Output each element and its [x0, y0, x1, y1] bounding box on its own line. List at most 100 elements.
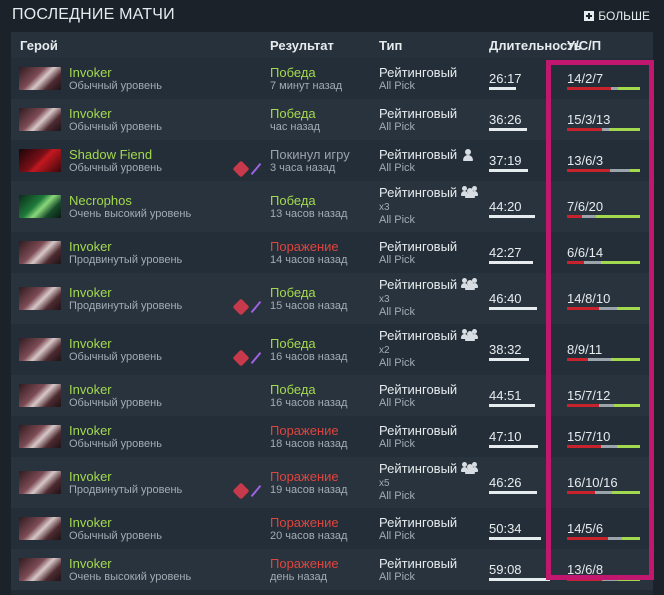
deaths-segment: [601, 445, 618, 448]
table-row[interactable]: Invoker Обычный уровень Поражение 18 часов …: [11, 416, 653, 457]
hero-name[interactable]: Invoker: [69, 469, 112, 484]
sword-icon: [250, 301, 262, 313]
kda-bar: [567, 404, 640, 407]
lobby-type: Рейтинговый: [379, 461, 458, 476]
more-button[interactable]: БОЛЬШЕ: [584, 9, 650, 23]
hero-avatar[interactable]: [19, 517, 61, 540]
hero-avatar[interactable]: [19, 558, 61, 581]
duration-bar: [489, 128, 527, 131]
match-time: 13 часов назад: [270, 208, 348, 220]
game-mode: All Pick: [379, 214, 416, 226]
assists-segment: [617, 307, 640, 310]
table-row[interactable]: Invoker Обычный уровень Поражение 20 часов …: [11, 508, 653, 549]
column-hero[interactable]: Герой: [20, 38, 58, 53]
table-row[interactable]: Invoker Обычный уровень Победа час назад Рей…: [11, 99, 653, 140]
kda-bar: [567, 87, 640, 90]
column-kda[interactable]: У/С/П: [567, 38, 601, 53]
assists-segment: [611, 358, 640, 361]
section-title: ПОСЛЕДНИЕ МАТЧИ: [12, 6, 175, 23]
lobby-type: Рейтинговый: [379, 65, 458, 80]
kda-bar: [567, 128, 640, 131]
match-result[interactable]: Поражение: [270, 556, 339, 571]
matches-table: Герой Результат Тип Длительность У/С/П I…: [11, 32, 653, 595]
match-result[interactable]: Победа: [270, 336, 316, 351]
deaths-segment: [607, 537, 623, 540]
match-time: 20 часов назад: [270, 530, 348, 542]
duration-bar: [489, 491, 537, 494]
table-row[interactable]: Necrophos Очень высокий уровень Победа 13 ч…: [11, 181, 653, 232]
table-row[interactable]: Invoker Продвинутый уровень Поражение 19 ча…: [11, 457, 653, 508]
kda-value: 8/9/11: [567, 342, 603, 357]
table-row[interactable]: Shadow Fiend Обычный уровень Покинул игру 3…: [11, 140, 653, 181]
match-duration: 38:32: [489, 342, 522, 357]
table-row[interactable]: Invoker Обычный уровень Победа 16 часов наз…: [11, 375, 653, 416]
hero-avatar[interactable]: [19, 67, 61, 90]
match-result[interactable]: Победа: [270, 285, 316, 300]
table-row[interactable]: Invoker Продвинутый уровень Поражение 14 ча…: [11, 232, 653, 273]
fist-icon: [232, 349, 250, 367]
group-party-icon: [461, 277, 479, 290]
deaths-segment: [602, 578, 619, 581]
hero-avatar[interactable]: [19, 108, 61, 131]
match-result[interactable]: Победа: [270, 65, 316, 80]
game-mode: All Pick: [379, 80, 416, 92]
match-result[interactable]: Поражение: [270, 239, 339, 254]
match-result[interactable]: Победа: [270, 106, 316, 121]
assists-segment: [614, 404, 640, 407]
hero-name[interactable]: Invoker: [69, 382, 112, 397]
match-result[interactable]: Победа: [270, 193, 316, 208]
hero-avatar[interactable]: [19, 149, 61, 172]
deaths-segment: [599, 404, 615, 407]
match-duration: 36:26: [489, 112, 522, 127]
table-row[interactable]: Invoker Продвинутый уровень Победа 15 часов…: [11, 273, 653, 324]
hero-name[interactable]: Invoker: [69, 336, 112, 351]
hero-name[interactable]: Invoker: [69, 65, 112, 80]
hero-name[interactable]: Shadow Fiend: [69, 147, 152, 162]
item-icons: [232, 349, 262, 367]
hero-name[interactable]: Invoker: [69, 515, 112, 530]
table-row[interactable]: Invoker Очень высокий уровень Поражение ден…: [11, 549, 653, 590]
column-type[interactable]: Тип: [379, 38, 402, 53]
kda-value: 13/6/3: [567, 153, 604, 168]
match-result[interactable]: Поражение: [270, 469, 339, 484]
match-result[interactable]: Покинул игру: [270, 147, 350, 162]
more-label: БОЛЬШЕ: [598, 9, 650, 23]
hero-avatar[interactable]: [19, 195, 61, 218]
match-time: 7 минут назад: [270, 80, 343, 92]
hero-name[interactable]: Invoker: [69, 285, 112, 300]
item-icons: [232, 160, 262, 178]
kda-value: 14/2/7: [567, 71, 604, 86]
hero-avatar[interactable]: [19, 425, 61, 448]
hero-avatar[interactable]: [19, 384, 61, 407]
deaths-segment: [594, 491, 613, 494]
game-mode: All Pick: [379, 254, 416, 266]
fist-icon: [232, 160, 250, 178]
hero-avatar[interactable]: [19, 287, 61, 310]
hero-name[interactable]: Invoker: [69, 423, 112, 438]
column-result[interactable]: Результат: [270, 38, 334, 53]
group-party-icon: [461, 185, 479, 198]
table-row[interactable]: Invoker Обычный уровень Победа 16 часов наз…: [11, 324, 653, 375]
hero-name[interactable]: Invoker: [69, 556, 112, 571]
kda-bar: [567, 491, 640, 494]
match-result[interactable]: Победа: [270, 382, 316, 397]
kills-segment: [567, 491, 595, 494]
hero-avatar[interactable]: [19, 338, 61, 361]
match-result[interactable]: Поражение: [270, 423, 339, 438]
table-row[interactable]: Invoker Обычный уровень Победа 7 минут наза…: [11, 58, 653, 99]
hero-avatar[interactable]: [19, 471, 61, 494]
group-party-icon: [461, 328, 479, 341]
hero-name[interactable]: Invoker: [69, 106, 112, 121]
game-mode: All Pick: [379, 438, 416, 450]
match-time: 19 часов назад: [270, 484, 348, 496]
match-result[interactable]: Поражение: [270, 515, 339, 530]
duration-bar: [489, 307, 537, 310]
hero-name[interactable]: Invoker: [69, 239, 112, 254]
match-duration: 44:51: [489, 388, 522, 403]
skill-bracket: Обычный уровень: [69, 397, 162, 409]
skill-bracket: Обычный уровень: [69, 351, 162, 363]
duration-bar: [489, 169, 528, 172]
kda-bar: [567, 445, 640, 448]
hero-avatar[interactable]: [19, 241, 61, 264]
hero-name[interactable]: Necrophos: [69, 193, 132, 208]
